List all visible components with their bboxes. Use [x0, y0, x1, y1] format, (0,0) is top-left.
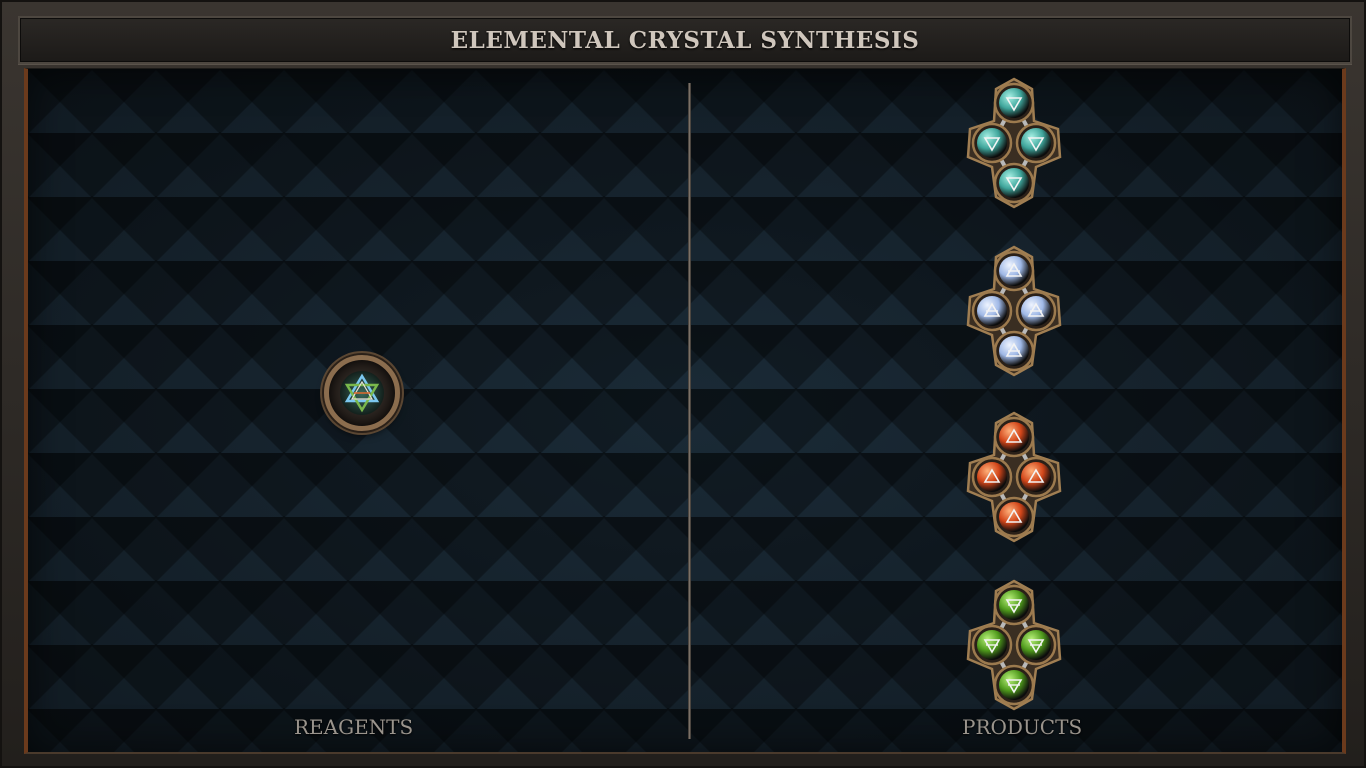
- air-triangle-icon: [971, 290, 1013, 332]
- air-triangle-icon: [993, 330, 1035, 372]
- product-fire-cluster[interactable]: [966, 411, 1062, 543]
- panel-divider: [688, 83, 691, 739]
- page-title: ELEMENTAL CRYSTAL SYNTHESIS: [450, 26, 920, 54]
- product-water-cluster[interactable]: [966, 77, 1062, 209]
- water-triangle-icon: [971, 122, 1013, 164]
- products-label: PRODUCTS: [962, 715, 1083, 739]
- air-triangle-icon: [1015, 290, 1057, 332]
- hexagram-icon: [340, 371, 384, 415]
- earth-triangle-icon: [993, 584, 1035, 626]
- title-bar: ELEMENTAL CRYSTAL SYNTHESIS: [18, 16, 1352, 64]
- fire-triangle-icon: [1015, 456, 1057, 498]
- fire-triangle-icon: [993, 416, 1035, 458]
- reagents-label: REAGENTS: [294, 715, 414, 739]
- earth-triangle-icon: [1015, 624, 1057, 666]
- product-air-cluster[interactable]: [966, 245, 1062, 377]
- fire-triangle-icon: [971, 456, 1013, 498]
- water-triangle-icon: [1015, 122, 1057, 164]
- earth-triangle-icon: [993, 664, 1035, 706]
- game-window: ELEMENTAL CRYSTAL SYNTHESIS REAGENTS PRO…: [0, 0, 1366, 768]
- product-earth-cluster[interactable]: [966, 579, 1062, 711]
- air-triangle-icon: [993, 250, 1035, 292]
- reagent-slot[interactable]: [324, 355, 400, 431]
- synthesis-board: REAGENTS PRODUCTS: [24, 68, 1346, 754]
- water-triangle-icon: [993, 162, 1035, 204]
- earth-triangle-icon: [971, 624, 1013, 666]
- water-triangle-icon: [993, 82, 1035, 124]
- fire-triangle-icon: [993, 496, 1035, 538]
